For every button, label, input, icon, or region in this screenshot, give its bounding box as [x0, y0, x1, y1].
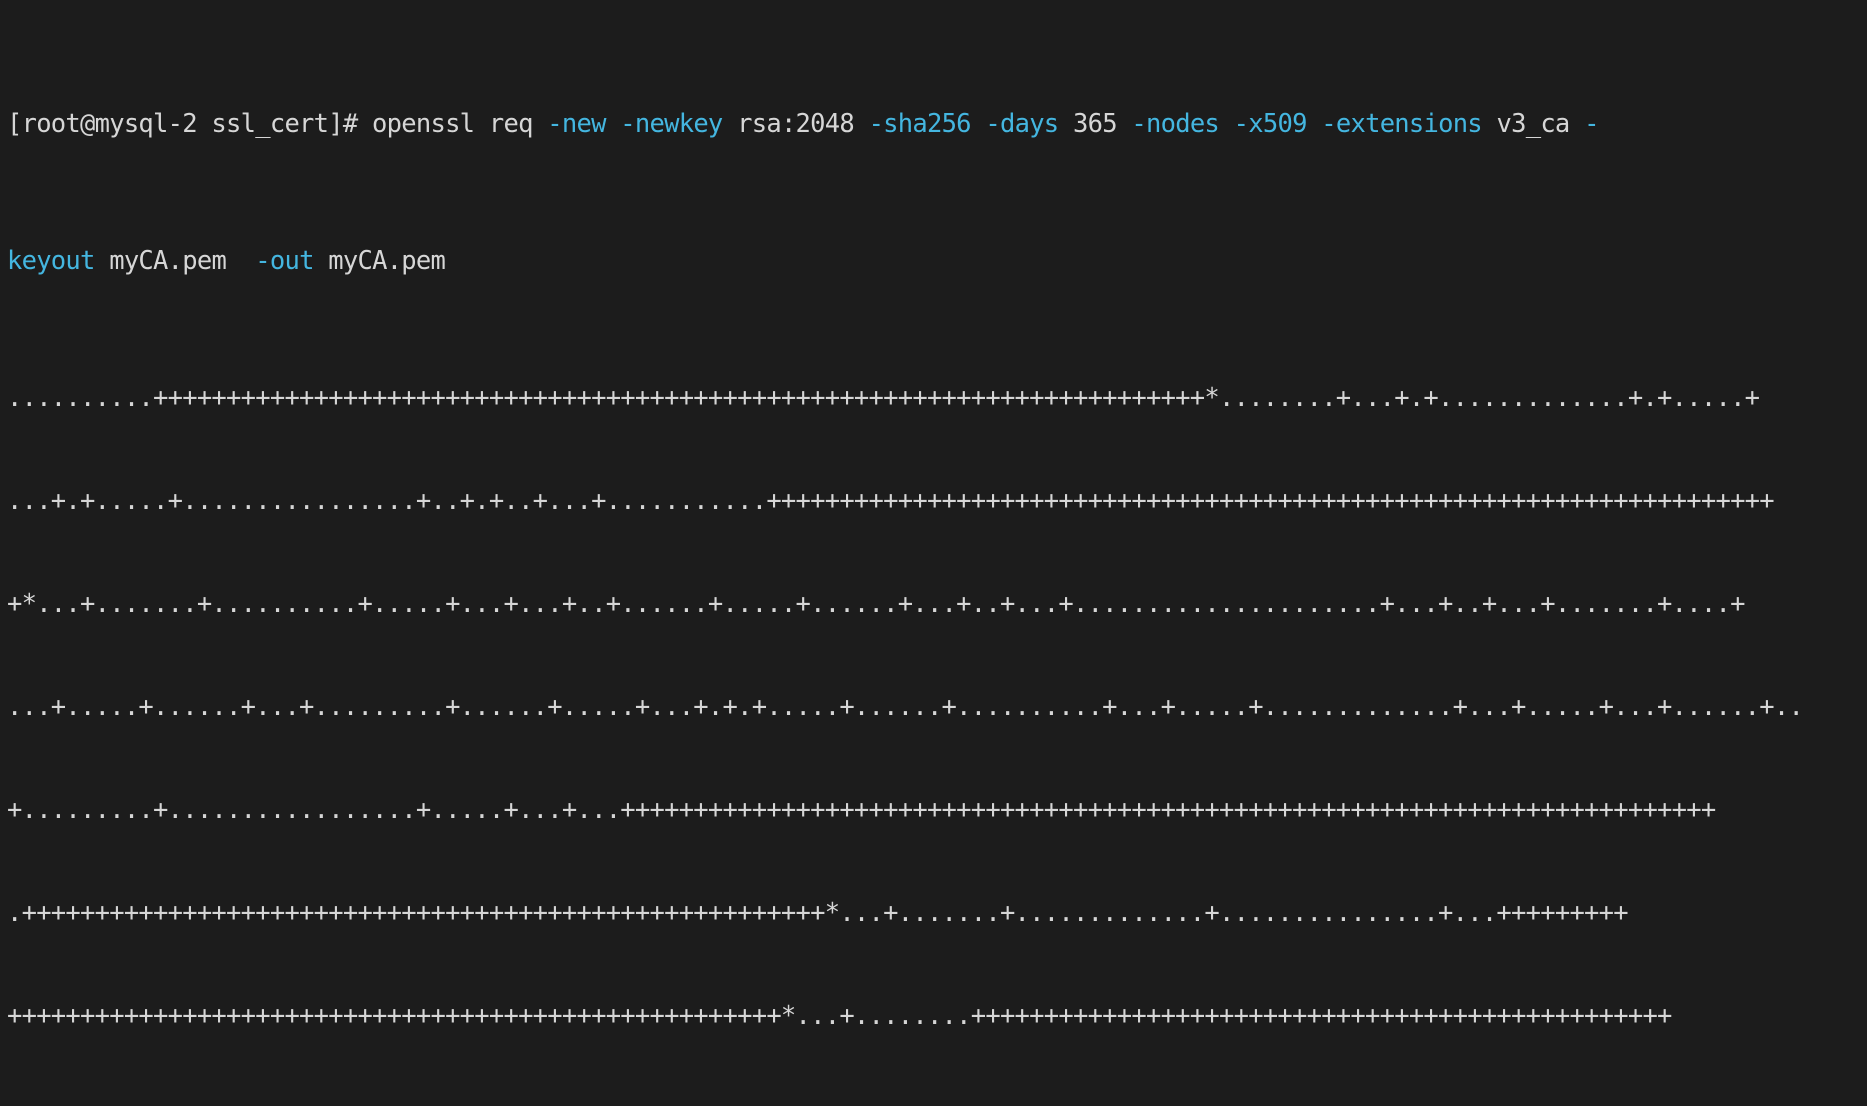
terminal-line-command-openssl: [root@mysql-2 ssl_cert]# openssl req -ne… — [7, 107, 1867, 141]
space-3 — [1307, 109, 1322, 139]
terminal-line-keygen-progress-5: +.........+.................+.....+...+.… — [7, 794, 1716, 825]
flag-days: -days — [985, 108, 1059, 139]
flag-x509: -x509 — [1233, 108, 1308, 139]
terminal-line-keygen-progress-1: ..........++++++++++++++++++++++++++++++… — [7, 383, 1760, 414]
terminal-line-command-openssl-wrap: keyout myCA.pem -out myCA.pem — [7, 244, 1867, 278]
flag-nodes: -nodes — [1131, 108, 1220, 139]
arg-rsa-2048: rsa:2048 — [722, 108, 869, 139]
arg-out-file: myCA.pem — [313, 246, 446, 277]
terminal-line-keygen-progress-2: ...+.+.....+................+..+.+..+...… — [7, 486, 1775, 517]
terminal-line-keygen-progress-4: ...+.....+......+...+.........+......+..… — [7, 691, 1804, 722]
flag-wrap-dash: - — [1584, 108, 1599, 139]
flag-extensions: -extensions — [1321, 108, 1482, 139]
terminal-screen[interactable]: [root@mysql-2 ssl_cert]# openssl req -ne… — [0, 0, 1867, 1106]
arg-365: 365 — [1058, 108, 1132, 139]
terminal-line-keygen-progress-6: .+++++++++++++++++++++++++++++++++++++++… — [7, 897, 1629, 928]
flag-sha256: -sha256 — [868, 108, 972, 139]
prompt-and-command-text: [root@mysql-2 ssl_cert]# openssl req — [7, 108, 548, 139]
terminal-line-keygen-progress-7: ++++++++++++++++++++++++++++++++++++++++… — [7, 1000, 1672, 1031]
flag-new-newkey: -new -newkey — [547, 108, 723, 139]
terminal-line-keygen-progress-3: +*...+.......+..........+.....+...+...+.… — [7, 589, 1745, 620]
space-2 — [1219, 109, 1234, 139]
flag-out: -out — [255, 246, 314, 277]
flag-keyout: keyout — [7, 246, 95, 277]
terminal-line-keygen-progress-8: +++++++++++++++++++++ — [7, 1102, 1867, 1106]
space-1 — [971, 109, 986, 139]
arg-keyout-file: myCA.pem — [94, 246, 256, 277]
arg-v3-ca: v3_ca — [1481, 108, 1585, 139]
